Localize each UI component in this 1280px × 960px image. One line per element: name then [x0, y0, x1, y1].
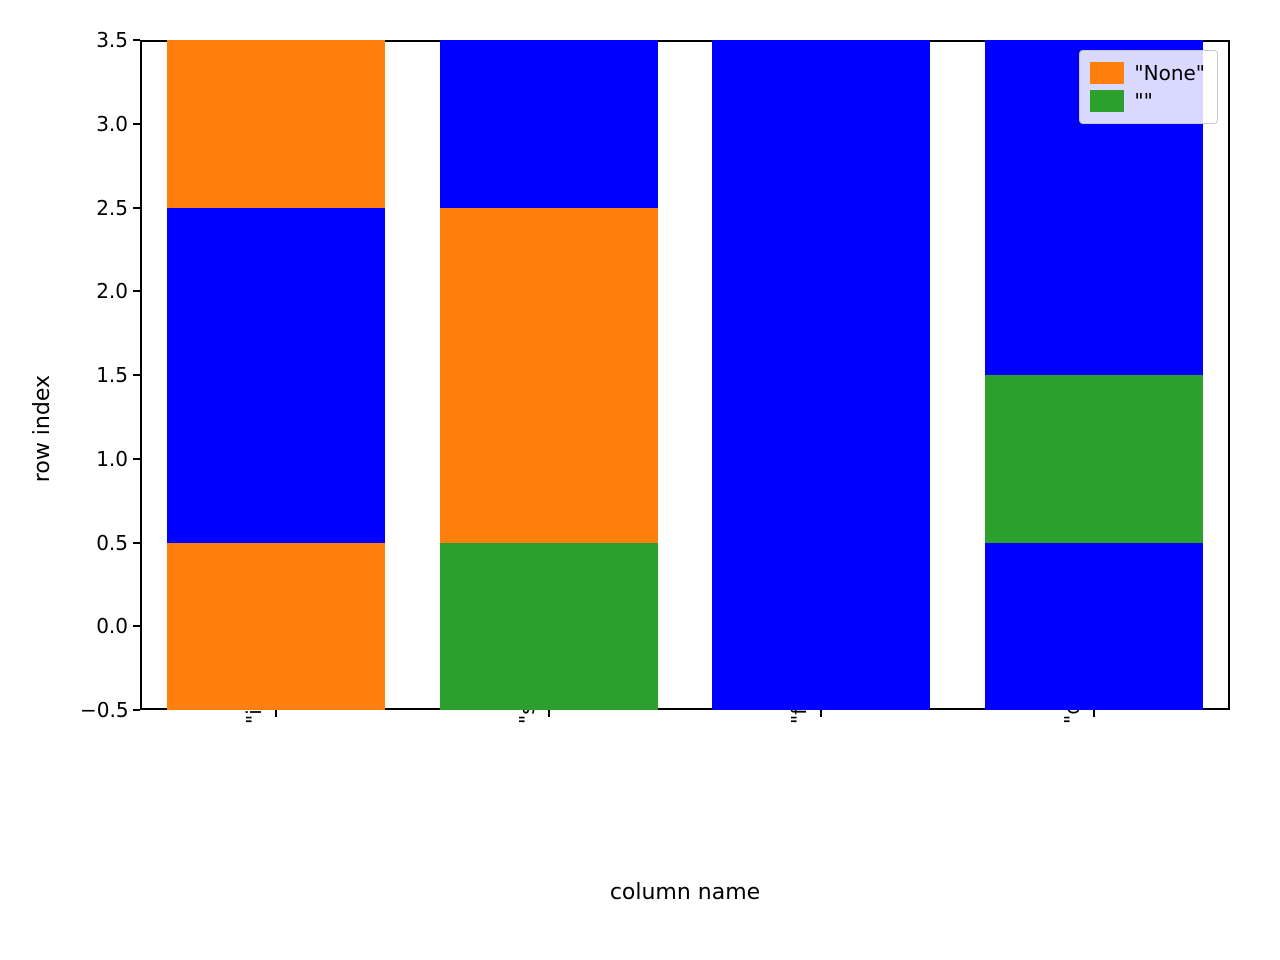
y-tick	[133, 374, 140, 376]
cell	[440, 40, 658, 208]
y-tick-label: 1.0	[80, 447, 128, 471]
y-tick-label: −0.5	[80, 698, 128, 722]
y-tick	[133, 123, 140, 125]
legend-entry: ""	[1090, 87, 1205, 115]
cell	[167, 40, 385, 208]
cell	[985, 543, 1203, 711]
y-tick-label: 3.0	[80, 112, 128, 136]
y-tick	[133, 709, 140, 711]
y-tick	[133, 207, 140, 209]
cell	[712, 543, 930, 711]
x-tick	[820, 710, 822, 717]
y-tick-label: 0.5	[80, 531, 128, 555]
cell	[712, 208, 930, 376]
y-tick-label: 3.5	[80, 28, 128, 52]
x-tick	[548, 710, 550, 717]
cell	[985, 208, 1203, 376]
legend-swatch	[1090, 90, 1124, 112]
legend-label: ""	[1134, 87, 1152, 115]
y-tick-label: 0.0	[80, 614, 128, 638]
cell	[167, 375, 385, 543]
legend: "None"""	[1079, 50, 1218, 124]
cell	[712, 40, 930, 208]
cell	[167, 208, 385, 376]
x-tick	[275, 710, 277, 717]
cell	[440, 375, 658, 543]
cell	[985, 375, 1203, 543]
y-tick-label: 2.0	[80, 279, 128, 303]
legend-entry: "None"	[1090, 59, 1205, 87]
y-tick	[133, 625, 140, 627]
y-tick-label: 1.5	[80, 363, 128, 387]
cell	[440, 208, 658, 376]
cell	[440, 543, 658, 711]
x-tick	[1093, 710, 1095, 717]
legend-swatch	[1090, 62, 1124, 84]
cell	[167, 543, 385, 711]
y-tick	[133, 542, 140, 544]
y-axis-label: row index	[30, 375, 55, 482]
y-tick	[133, 39, 140, 41]
x-axis-label: column name	[140, 880, 1230, 905]
cell	[712, 375, 930, 543]
y-tick	[133, 290, 140, 292]
chart-stage: −0.50.00.51.01.52.02.53.03.5 "integer""s…	[0, 0, 1280, 960]
y-tick	[133, 458, 140, 460]
legend-label: "None"	[1134, 59, 1205, 87]
y-tick-label: 2.5	[80, 196, 128, 220]
